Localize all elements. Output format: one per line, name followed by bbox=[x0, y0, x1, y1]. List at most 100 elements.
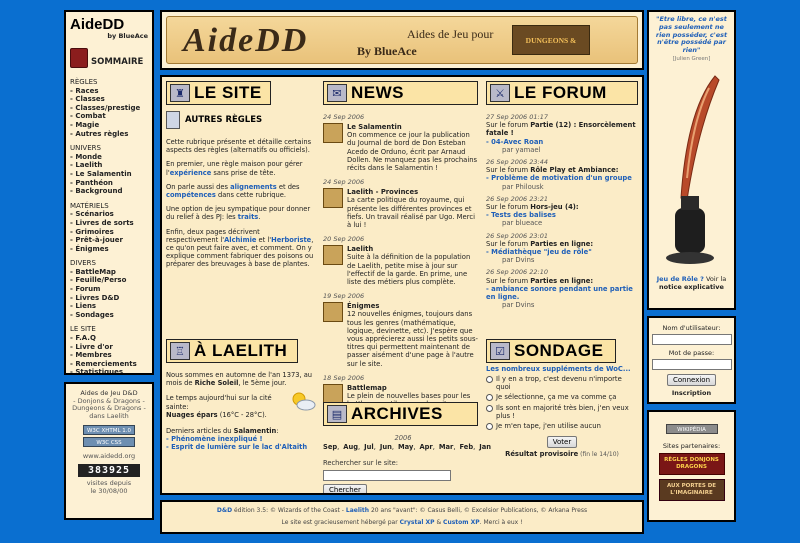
password-input[interactable] bbox=[652, 359, 732, 370]
news-text: 12 nouvelles énigmes, toujours dans tous… bbox=[347, 310, 478, 368]
site-column: AUTRES RÈGLES Cette rubrique présente et… bbox=[166, 111, 314, 269]
nav-item[interactable]: - Liens bbox=[70, 302, 148, 311]
nav-item[interactable]: - Combat bbox=[70, 112, 148, 121]
archive-month-link[interactable]: Jun bbox=[380, 443, 392, 451]
forum-name[interactable]: Parties en ligne: bbox=[530, 240, 593, 248]
nav-item[interactable]: - Monde bbox=[70, 153, 148, 162]
archive-month-link[interactable]: Jul bbox=[364, 443, 374, 451]
news-item: 24 Sep 2006 Le Salamentin On commence ce j… bbox=[323, 113, 478, 172]
nav-item[interactable]: - Énigmes bbox=[70, 245, 148, 254]
nav-item[interactable]: - Laelith bbox=[70, 161, 148, 170]
forum-author: par yamael bbox=[502, 145, 541, 154]
herboriste-link[interactable]: Herboriste bbox=[271, 236, 311, 244]
news-title[interactable]: Laelith bbox=[347, 245, 478, 253]
site-p5: Enfin, deux pages décrivent respectiveme… bbox=[166, 227, 314, 269]
nav-section-title: LE SITE bbox=[70, 325, 96, 334]
nav-item[interactable]: - Classes bbox=[70, 95, 148, 104]
nav-item[interactable]: - Le Salamentin bbox=[70, 170, 148, 179]
experience-link[interactable]: expérience bbox=[170, 169, 212, 177]
nav-item[interactable]: - Remerciements bbox=[70, 360, 148, 369]
archive-month-link[interactable]: Aug bbox=[343, 443, 358, 451]
book-icon bbox=[70, 48, 88, 68]
forum-name[interactable]: Rôle Play et Ambiance: bbox=[530, 166, 618, 174]
forum-topic-link[interactable]: - Médiathèque "jeu de rôle" bbox=[486, 248, 638, 256]
forum-name[interactable]: Hors-jeu (4): bbox=[530, 203, 578, 211]
nav-item[interactable]: - Races bbox=[70, 87, 148, 96]
archive-month-link[interactable]: Feb bbox=[459, 443, 473, 451]
username-input[interactable] bbox=[652, 334, 732, 345]
login-panel: Nom d'utilisateur: Mot de passe: Connexi… bbox=[647, 316, 736, 404]
search-input[interactable] bbox=[323, 469, 451, 481]
poll-option[interactable]: Ils sont en majorité très bien, j'en veu… bbox=[486, 404, 638, 420]
news-title[interactable]: Le Salamentin bbox=[347, 123, 478, 131]
crystalxp-link[interactable]: Crystal XP bbox=[400, 519, 435, 526]
archive-month-link[interactable]: Sep bbox=[323, 443, 337, 451]
notice-link[interactable]: notice explicative bbox=[652, 283, 731, 291]
nav-item[interactable]: - Livres de sorts bbox=[70, 219, 148, 228]
archive-month-link[interactable]: Mar bbox=[439, 443, 453, 451]
nav-item[interactable]: - F.A.Q bbox=[70, 334, 148, 343]
nav-item[interactable]: - BattleMap bbox=[70, 268, 148, 277]
signup-link[interactable]: Inscription bbox=[652, 389, 731, 397]
forum-topic-link[interactable]: - Tests des balises bbox=[486, 211, 638, 219]
forum-topic-link[interactable]: - Problème de motivation d'un groupe bbox=[486, 174, 638, 182]
nav-item[interactable]: - Scénarios bbox=[70, 210, 148, 219]
article-link-2[interactable]: - Esprit de lumière sur le lac d'Altaïth bbox=[166, 443, 316, 451]
news-title[interactable]: Battlemap bbox=[347, 384, 478, 392]
nav-item[interactable]: - Livre d'or bbox=[70, 343, 148, 352]
nav-item[interactable]: - Grimoires bbox=[70, 228, 148, 237]
radio-button[interactable] bbox=[486, 404, 493, 412]
rpg-link[interactable]: Jeu de Rôle ? bbox=[657, 275, 704, 283]
site-header: ♜ LE SITE bbox=[166, 81, 271, 105]
radio-button[interactable] bbox=[486, 423, 493, 431]
nav-item[interactable]: - Membres bbox=[70, 351, 148, 360]
comma-separator: , bbox=[358, 443, 361, 452]
nav-item[interactable]: - Background bbox=[70, 187, 148, 196]
login-button[interactable]: Connexion bbox=[666, 374, 717, 386]
archive-month-link[interactable]: Apr bbox=[419, 443, 432, 451]
forum-topic-link[interactable]: - ambiance sonore pendant une partie en … bbox=[486, 285, 638, 301]
archive-month-link[interactable]: May bbox=[398, 443, 413, 451]
nav-item[interactable]: - Forum bbox=[70, 285, 148, 294]
alignements-link[interactable]: alignements bbox=[230, 183, 277, 191]
nav-item[interactable]: - Livres D&D bbox=[70, 294, 148, 303]
w3c-css-badge[interactable]: W3C CSS bbox=[83, 437, 135, 448]
vote-button[interactable]: Voter bbox=[546, 436, 578, 449]
forum-topic-link[interactable]: - 04-Avec Roan bbox=[486, 138, 638, 146]
traits-link[interactable]: traits bbox=[238, 213, 258, 221]
forum-name[interactable]: Parties en ligne: bbox=[530, 277, 593, 285]
nav-item[interactable]: - Autres règles bbox=[70, 130, 148, 139]
nav-item[interactable]: - Magie bbox=[70, 121, 148, 130]
quote-panel: "Etre libre, ce n'est pas seulement ne r… bbox=[647, 10, 736, 310]
ballot-icon: ☑ bbox=[490, 342, 510, 360]
nav-item[interactable]: - Panthéon bbox=[70, 179, 148, 188]
w3c-xhtml-badge[interactable]: W3C XHTML 1.0 bbox=[83, 425, 135, 436]
nav-item[interactable]: - Statistiques bbox=[70, 368, 148, 373]
article-link-1[interactable]: - Phénomène inexpliqué ! bbox=[166, 435, 316, 443]
forum-entry: 27 Sep 2006 01:17 Sur le forum Partie (12… bbox=[486, 113, 638, 154]
nav-item[interactable]: - Sondages bbox=[70, 311, 148, 320]
news-title[interactable]: Laelith - Provinces bbox=[347, 188, 478, 196]
poll-option[interactable]: Je sélectionne, ça me va comme ça bbox=[486, 393, 638, 402]
radio-button[interactable] bbox=[486, 394, 493, 402]
customxp-link[interactable]: Custom XP bbox=[443, 519, 480, 526]
news-title[interactable]: Énigmes bbox=[347, 302, 478, 310]
poll-option[interactable]: Il y en a trop, c'est devenu n'importe q… bbox=[486, 375, 638, 391]
radio-button[interactable] bbox=[486, 376, 493, 383]
news-body: Énigmes 12 nouvelles énigmes, toujours da… bbox=[323, 302, 478, 368]
search-button[interactable]: Chercher bbox=[323, 483, 367, 493]
forum-line: Sur le forum Parties en ligne: bbox=[486, 239, 594, 248]
partner-regles-dnd[interactable]: RÈGLES DONJONS DRAGONS bbox=[658, 453, 725, 475]
poll-option[interactable]: Je m'en tape, j'en utilise aucun bbox=[486, 422, 638, 431]
news-list: 24 Sep 2006 Le Salamentin On commence ce j… bbox=[323, 113, 478, 431]
poll-result[interactable]: Résultat provisoire (fin le 14/10) bbox=[486, 450, 638, 458]
forum-line: Sur le forum Rôle Play et Ambiance: bbox=[486, 166, 619, 175]
nav-item[interactable]: - Classes/prestige bbox=[70, 104, 148, 113]
wikipedia-badge[interactable]: WIKIPÉDIA bbox=[665, 424, 718, 434]
alchimie-link[interactable]: Alchimie bbox=[224, 236, 256, 244]
sommaire-link[interactable]: SOMMAIRE bbox=[70, 48, 148, 68]
competences-link[interactable]: compétences bbox=[166, 191, 216, 199]
partner-portes-imaginaire[interactable]: AUX PORTES DE L'IMAGINAIRE bbox=[658, 479, 725, 501]
nav-item[interactable]: - Feuille/Perso bbox=[70, 276, 148, 285]
nav-item[interactable]: - Prêt-à-jouer bbox=[70, 236, 148, 245]
